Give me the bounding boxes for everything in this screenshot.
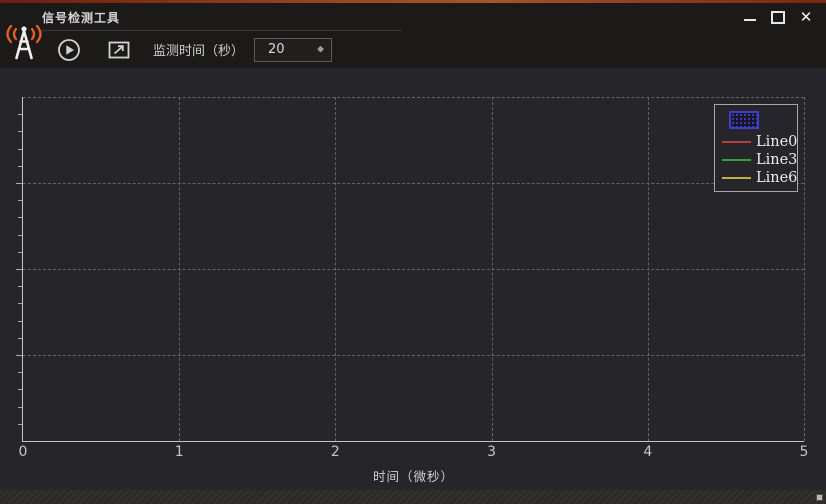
expand-icon <box>108 40 130 60</box>
y-minor-tick <box>18 149 22 150</box>
bottom-status-strip <box>0 490 826 504</box>
plot-area: 012345 时间（微秒） Line0Line3Line6 <box>22 97 804 442</box>
monitor-time-label: 监测时间（秒） <box>153 40 244 59</box>
titlebar[interactable]: 信号检测工具 ✕ <box>0 3 826 31</box>
y-minor-tick <box>18 114 22 115</box>
start-monitor-button[interactable] <box>57 38 81 62</box>
window-title: 信号检测工具 <box>42 9 120 26</box>
x-tick-label: 5 <box>800 444 809 460</box>
y-minor-tick <box>18 217 22 218</box>
y-minor-tick <box>18 235 22 236</box>
y-minor-tick <box>18 389 22 390</box>
monitor-time-value: 20 <box>268 42 285 57</box>
y-minor-tick <box>18 252 22 253</box>
legend-patch-icon <box>729 111 759 129</box>
y-minor-tick <box>18 131 22 132</box>
legend-label: Line3 <box>756 153 797 168</box>
gridline-horizontal <box>23 97 804 98</box>
window-controls: ✕ <box>736 5 820 29</box>
legend-line-swatch <box>722 159 751 161</box>
legend-label: Line6 <box>756 171 797 186</box>
app-window: 信号检测工具 ✕ <box>0 0 826 504</box>
gridline-horizontal <box>23 269 804 270</box>
expand-view-button[interactable] <box>108 40 130 60</box>
x-tick-label: 0 <box>19 444 28 460</box>
y-minor-tick <box>18 424 22 425</box>
y-minor-tick <box>18 286 22 287</box>
toolbar: 监测时间（秒） 20 ◆ <box>0 31 826 68</box>
spinner-arrows-icon[interactable]: ◆ <box>317 45 324 54</box>
legend-entries: Line0Line3Line6 <box>722 133 792 187</box>
y-minor-tick <box>18 372 22 373</box>
x-tick-label: 2 <box>331 444 340 460</box>
y-minor-tick <box>18 200 22 201</box>
chart-legend: Line0Line3Line6 <box>714 104 798 192</box>
play-icon <box>57 38 81 62</box>
chart-canvas: 012345 时间（微秒） Line0Line3Line6 <box>0 68 826 490</box>
legend-entry: Line0 <box>722 133 792 151</box>
x-tick-label: 4 <box>643 444 652 460</box>
gridline-horizontal <box>23 355 804 356</box>
x-tick-label: 1 <box>175 444 184 460</box>
legend-entry: Line6 <box>722 169 792 187</box>
legend-line-swatch <box>722 141 751 143</box>
y-minor-tick <box>16 183 22 184</box>
minimize-button[interactable] <box>736 5 764 29</box>
gridline-vertical <box>804 97 805 441</box>
maximize-icon <box>771 11 785 24</box>
y-minor-tick <box>18 166 22 167</box>
y-minor-tick <box>18 338 22 339</box>
minimize-icon <box>744 19 756 21</box>
y-minor-tick <box>18 303 22 304</box>
close-button[interactable]: ✕ <box>792 5 820 29</box>
x-axis-ticks: 012345 <box>23 441 804 461</box>
maximize-button[interactable] <box>764 5 792 29</box>
legend-entry: Line3 <box>722 151 792 169</box>
window-chrome: 信号检测工具 ✕ <box>0 3 826 68</box>
x-tick-label: 3 <box>487 444 496 460</box>
y-minor-tick <box>18 407 22 408</box>
y-minor-tick <box>16 355 22 356</box>
legend-label: Line0 <box>756 135 797 150</box>
y-minor-tick <box>16 269 22 270</box>
x-axis-label: 时间（微秒） <box>23 466 804 485</box>
y-minor-tick <box>18 321 22 322</box>
resize-grip[interactable] <box>816 494 823 501</box>
close-icon: ✕ <box>800 10 813 25</box>
legend-line-swatch <box>722 177 751 179</box>
monitor-time-spinbox[interactable]: 20 ◆ <box>254 38 332 62</box>
gridline-horizontal <box>23 183 804 184</box>
